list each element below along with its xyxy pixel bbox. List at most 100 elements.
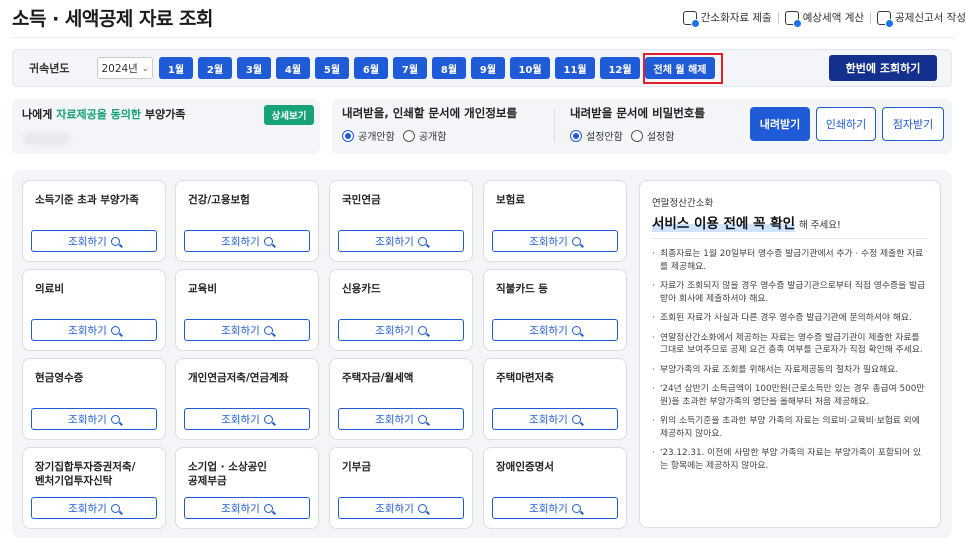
query-all-button[interactable]: 한번에 조회하기: [829, 55, 937, 81]
query-button[interactable]: 조회하기: [31, 319, 157, 341]
query-button-label: 조회하기: [529, 324, 568, 337]
query-button-label: 조회하기: [375, 502, 414, 515]
deduction-card: 보험료조회하기: [483, 180, 627, 262]
month-button-9[interactable]: 9월: [471, 57, 505, 79]
braille-button[interactable]: 점자받기: [882, 107, 944, 141]
deduction-card: 기부금조회하기: [329, 447, 473, 529]
search-icon: [110, 325, 120, 335]
divider: [777, 11, 779, 24]
search-icon: [571, 325, 581, 335]
query-button-label: 조회하기: [221, 413, 260, 426]
month-button-1[interactable]: 1월: [159, 57, 193, 79]
tax-estimate-link[interactable]: 예상세액 계산: [784, 10, 865, 28]
month-button-6[interactable]: 6월: [354, 57, 388, 79]
month-button-10[interactable]: 10월: [510, 57, 550, 79]
month-button-2[interactable]: 2월: [198, 57, 232, 79]
query-button-label: 조회하기: [529, 413, 568, 426]
month-button-5[interactable]: 5월: [315, 57, 349, 79]
notice-headline-suffix: 해 주세요!: [799, 220, 841, 231]
divider: [652, 238, 928, 239]
radio-label: 설정함: [646, 132, 675, 143]
deduction-card: 장기집합투자증권저축/ 벤처기업투자신탁 조회하기: [22, 447, 166, 529]
notice-item: 최종자료는 1월 20일부터 영수증 발급기관에서 추가 · 수정 제출한 자료…: [652, 248, 928, 273]
month-button-12[interactable]: 12월: [600, 57, 640, 79]
query-button[interactable]: 조회하기: [338, 319, 464, 341]
query-button[interactable]: 조회하기: [492, 408, 618, 430]
query-button[interactable]: 조회하기: [338, 497, 464, 519]
query-button[interactable]: 조회하기: [184, 230, 310, 252]
download-button[interactable]: 내려받기: [750, 107, 810, 141]
password-radio-none[interactable]: 설정안함: [570, 128, 623, 143]
top-links: 간소화자료 제출 예상세액 계산 공제신고서 작성: [682, 10, 966, 28]
query-button[interactable]: 조회하기: [184, 497, 310, 519]
deduction-card: 건강/고용보험조회하기: [175, 180, 319, 262]
query-button[interactable]: 조회하기: [184, 408, 310, 430]
deduction-card: 소기업 · 소상공인 공제부금 조회하기: [175, 447, 319, 529]
notice-headline-text: 서비스 이용 전에 꼭 확인: [652, 212, 795, 232]
divider: [870, 11, 872, 24]
deduction-form-link[interactable]: 공제신고서 작성: [877, 10, 966, 28]
card-title: 직불카드 등: [496, 283, 548, 295]
month-button-8[interactable]: 8월: [432, 57, 466, 79]
simplified-data-submit-link[interactable]: 간소화자료 제출: [682, 10, 772, 28]
print-button[interactable]: 인쇄하기: [816, 107, 876, 141]
card-title: 보험료: [496, 194, 525, 206]
card-title: 주택마련저축: [496, 372, 554, 384]
query-button[interactable]: 조회하기: [492, 230, 618, 252]
card-title: 장애인증명서: [496, 461, 554, 473]
query-button[interactable]: 조회하기: [31, 230, 157, 252]
query-button[interactable]: 조회하기: [338, 230, 464, 252]
card-title: 건강/고용보험: [188, 194, 250, 206]
month-button-11[interactable]: 11월: [555, 57, 595, 79]
search-icon: [417, 503, 427, 513]
privacy-option-group: 내려받을, 인쇄할 문서에 개인정보를 공개안함 공개함: [342, 105, 517, 143]
notice-box: 연말정산간소화 서비스 이용 전에 꼭 확인 해 주세요! 최종자료는 1월 2…: [639, 180, 941, 528]
privacy-radio-hide[interactable]: 공개안함: [342, 128, 395, 143]
query-button-label: 조회하기: [375, 413, 414, 426]
document-options-panel: 내려받을, 인쇄할 문서에 개인정보를 공개안함 공개함 내려받을 문서에 비밀…: [332, 99, 952, 154]
search-icon: [571, 414, 581, 424]
card-title: 현금영수증: [35, 372, 84, 384]
search-icon: [263, 414, 273, 424]
year-select[interactable]: 2024년 ⌄: [97, 57, 153, 79]
radio-label: 설정안함: [586, 132, 623, 143]
notice-item: 조회된 자료가 사실과 다른 경우 영수증 발급기관에 문의하셔야 해요.: [652, 312, 928, 325]
month-button-7[interactable]: 7월: [393, 57, 427, 79]
radio-selected-icon: [570, 129, 582, 142]
notice-item: '23.12.31. 이전에 사망한 부양 가족의 자료는 부양가족이 포함되어…: [652, 447, 928, 472]
query-button[interactable]: 조회하기: [492, 319, 618, 341]
link-label: 예상세액 계산: [802, 12, 865, 24]
month-button-4[interactable]: 4월: [276, 57, 310, 79]
radio-unselected-icon: [630, 129, 643, 142]
password-radio-set[interactable]: 설정함: [630, 128, 675, 143]
edit-form-icon: [877, 10, 895, 28]
search-icon: [571, 236, 581, 246]
deduction-card: 의료비조회하기: [22, 269, 166, 351]
query-button-label: 조회하기: [68, 324, 107, 337]
query-button-label: 조회하기: [68, 235, 107, 248]
deduction-card: 장애인증명서조회하기: [483, 447, 627, 529]
query-button[interactable]: 조회하기: [184, 319, 310, 341]
card-title: 교육비: [188, 283, 217, 295]
search-icon: [417, 325, 427, 335]
card-title: 의료비: [35, 283, 64, 295]
password-title: 내려받을 문서에 비밀번호를: [570, 106, 705, 120]
card-title: 기부금: [342, 461, 371, 473]
year-value: 2024년: [101, 62, 138, 75]
privacy-radio-show[interactable]: 공개함: [402, 128, 446, 143]
query-button[interactable]: 조회하기: [31, 408, 157, 430]
query-button[interactable]: 조회하기: [338, 408, 464, 430]
query-button[interactable]: 조회하기: [31, 497, 157, 519]
month-button-3[interactable]: 3월: [237, 57, 271, 79]
query-button-label: 조회하기: [375, 324, 414, 337]
query-button[interactable]: 조회하기: [492, 497, 618, 519]
detail-view-button[interactable]: 상세보기: [264, 105, 314, 125]
title-divider: [12, 37, 954, 38]
notice-subtitle: 연말정산간소화: [652, 198, 714, 209]
search-icon: [110, 414, 120, 424]
privacy-title: 내려받을, 인쇄할 문서에 개인정보를: [342, 106, 518, 120]
search-icon: [417, 236, 427, 246]
consent-heading: 나에게 자료제공을 동의한 부양가족: [22, 106, 185, 122]
notice-item: 자료가 조회되지 않을 경우 영수증 발급기관으로부터 직접 영수증을 발급받아…: [652, 280, 928, 305]
query-button-label: 조회하기: [375, 235, 414, 248]
